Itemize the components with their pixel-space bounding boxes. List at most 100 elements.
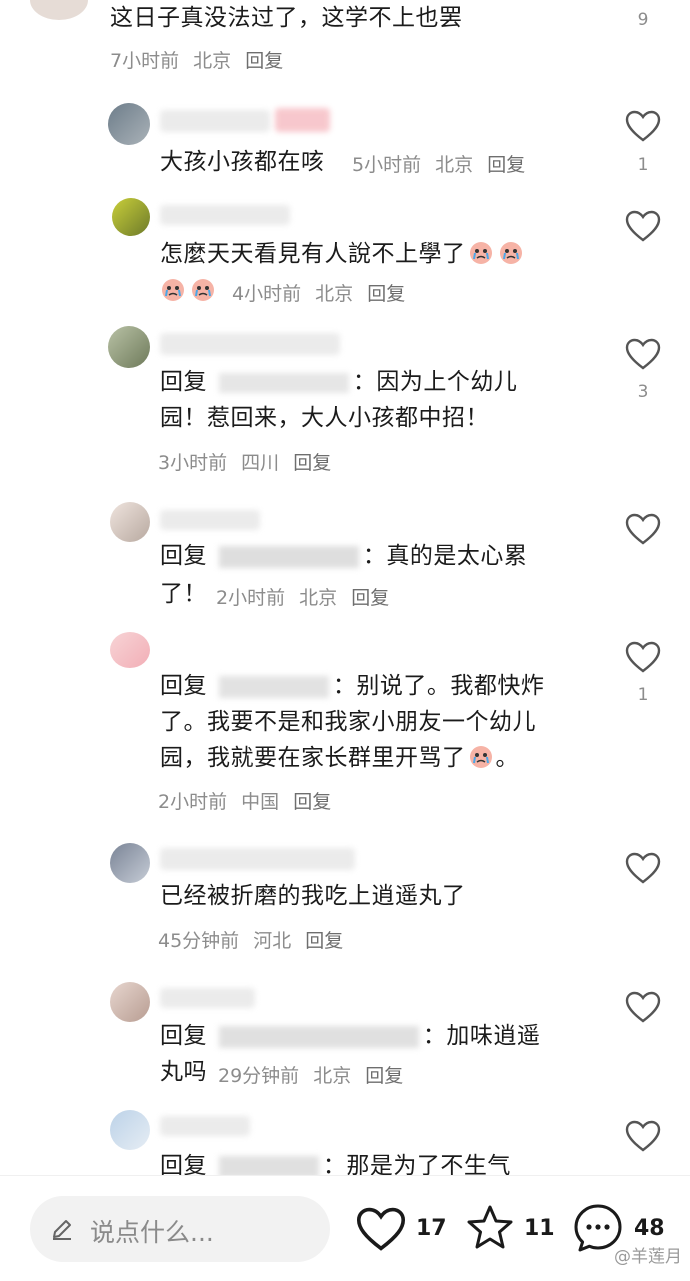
comment-text-tail: 。 [495,745,519,771]
blurred-username [160,333,340,355]
heart-icon[interactable] [625,513,661,545]
comment-text-body: 真的是太心累 [386,543,528,569]
like-count: 3 [637,382,649,402]
comment-meta: 5小时前 北京 回复 [352,150,533,177]
blurred-username [160,1116,250,1136]
crying-emoji-icon [469,242,492,264]
avatar[interactable] [110,632,150,668]
heart-icon[interactable] [625,991,661,1023]
avatar[interactable] [110,982,150,1022]
like-count: 1 [637,685,649,705]
comment-meta: 2小时前 中国 回复 [158,787,339,814]
comment-input-placeholder: 说点什么... [90,1218,214,1247]
reply-prefix: 回复 [160,543,207,569]
heart-icon[interactable] [625,210,661,242]
comment-text: 这日子真没法过了，这学不上也罢 [110,5,463,31]
comment-text-line: 园！惹回来，大人小孩都中招！ [160,405,489,431]
comment-time: 29分钟前 [218,1065,300,1087]
crying-emoji-icon [499,242,522,264]
blurred-username [218,545,359,568]
reply-button[interactable]: 回复 [305,930,343,952]
heart-icon[interactable] [625,1120,661,1152]
blurred-username [160,110,270,132]
comment-location: 北京 [299,587,338,609]
avatar[interactable] [110,843,150,883]
blurred-username [160,510,260,530]
bottom-action-bar: 说点什么... 17 11 48 @羊莲月 [0,1175,690,1281]
comment-text: 回复 ：真的是太心累 [160,543,528,569]
comment-location: 北京 [193,50,232,72]
comment-meta: 3小时前 四川 回复 [158,448,339,475]
reply-prefix: 回复 [160,369,207,395]
crying-emoji-icon [192,279,214,301]
comment-text-body: 园，我就要在家长群里开骂了 [160,745,466,771]
reply-button[interactable]: 回复 [487,154,525,176]
like-count: 9 [637,10,649,30]
comment-meta: 7小时前 北京 回复 [110,46,291,73]
comment-location: 北京 [313,1065,352,1087]
comment-meta: 45分钟前 河北 回复 [158,926,351,953]
comment-meta: 2小时前 北京 回复 [216,583,397,610]
heart-icon[interactable] [625,641,661,673]
comment-time: 5小时前 [352,154,422,176]
emoji-row [158,276,218,302]
comment-text-line: 了！ [160,581,207,607]
blurred-badge [275,108,330,132]
watermark: @羊莲月 [614,1247,682,1267]
comment-text: 回复 ：加味逍遥 [160,1023,541,1049]
comment-time: 7小时前 [110,50,180,72]
heart-icon[interactable] [356,1206,406,1252]
crying-emoji-icon [469,746,492,768]
reply-button[interactable]: 回复 [293,791,331,813]
reply-button[interactable]: 回复 [293,452,331,474]
comment-text: 怎麼天天看見有人說不上學了 [160,238,526,271]
blurred-username [160,848,355,870]
pencil-icon [53,1220,71,1240]
reply-prefix: 回复 [160,673,207,699]
comment-text-body: 别说了。我都快炸 [356,673,545,699]
comment-text-body: 加味逍遥 [446,1023,541,1049]
avatar[interactable] [112,198,150,236]
comment-text-line: 园，我就要在家长群里开骂了 。 [160,742,519,775]
blurred-username [218,675,329,698]
avatar[interactable] [30,0,88,20]
comment-meta: 29分钟前 北京 回复 [218,1061,411,1088]
comment-meta: 4小时前 北京 回复 [232,279,413,306]
crying-emoji-icon [162,279,184,301]
reply-button[interactable]: 回复 [367,283,405,305]
comment-text: 回复 ：因为上个幼儿 [160,369,518,395]
comment-time: 2小时前 [216,587,286,609]
like-count: 17 [416,1216,447,1241]
avatar[interactable] [108,103,150,145]
comment-location: 中国 [241,791,280,813]
star-icon[interactable] [465,1204,515,1252]
comment-text-body: 怎麼天天看見有人說不上學了 [160,241,466,267]
heart-icon[interactable] [625,852,661,884]
reply-button[interactable]: 回复 [351,587,389,609]
like-count: 1 [637,155,649,175]
comment-text: 已经被折磨的我吃上逍遥丸了 [160,883,466,909]
comment-input[interactable]: 说点什么... [30,1196,330,1262]
comment-text: 回复 ：别说了。我都快炸 [160,673,545,699]
reply-button[interactable]: 回复 [365,1065,403,1087]
comment-time: 4小时前 [232,283,302,305]
comment-location: 河北 [253,930,292,952]
comment-location: 北京 [435,154,474,176]
heart-icon[interactable] [625,338,661,370]
comment-text: 大孩小孩都在咳 [160,149,325,175]
avatar[interactable] [110,1110,150,1150]
comment-text-line: 了。我要不是和我家小朋友一个幼儿 [160,709,536,735]
comment-location: 北京 [315,283,354,305]
blurred-username [160,205,290,225]
avatar[interactable] [110,502,150,542]
comment-text-body: 因为上个幼儿 [376,369,518,395]
comment-text-line: 丸吗 [160,1059,207,1085]
heart-icon[interactable] [625,110,661,142]
comment-time: 2小时前 [158,791,228,813]
reply-prefix: 回复 [160,1023,207,1049]
comment-count: 48 [634,1216,665,1241]
reply-button[interactable]: 回复 [245,50,283,72]
comment-location: 四川 [241,452,280,474]
avatar[interactable] [108,326,150,368]
blurred-username [160,988,255,1008]
